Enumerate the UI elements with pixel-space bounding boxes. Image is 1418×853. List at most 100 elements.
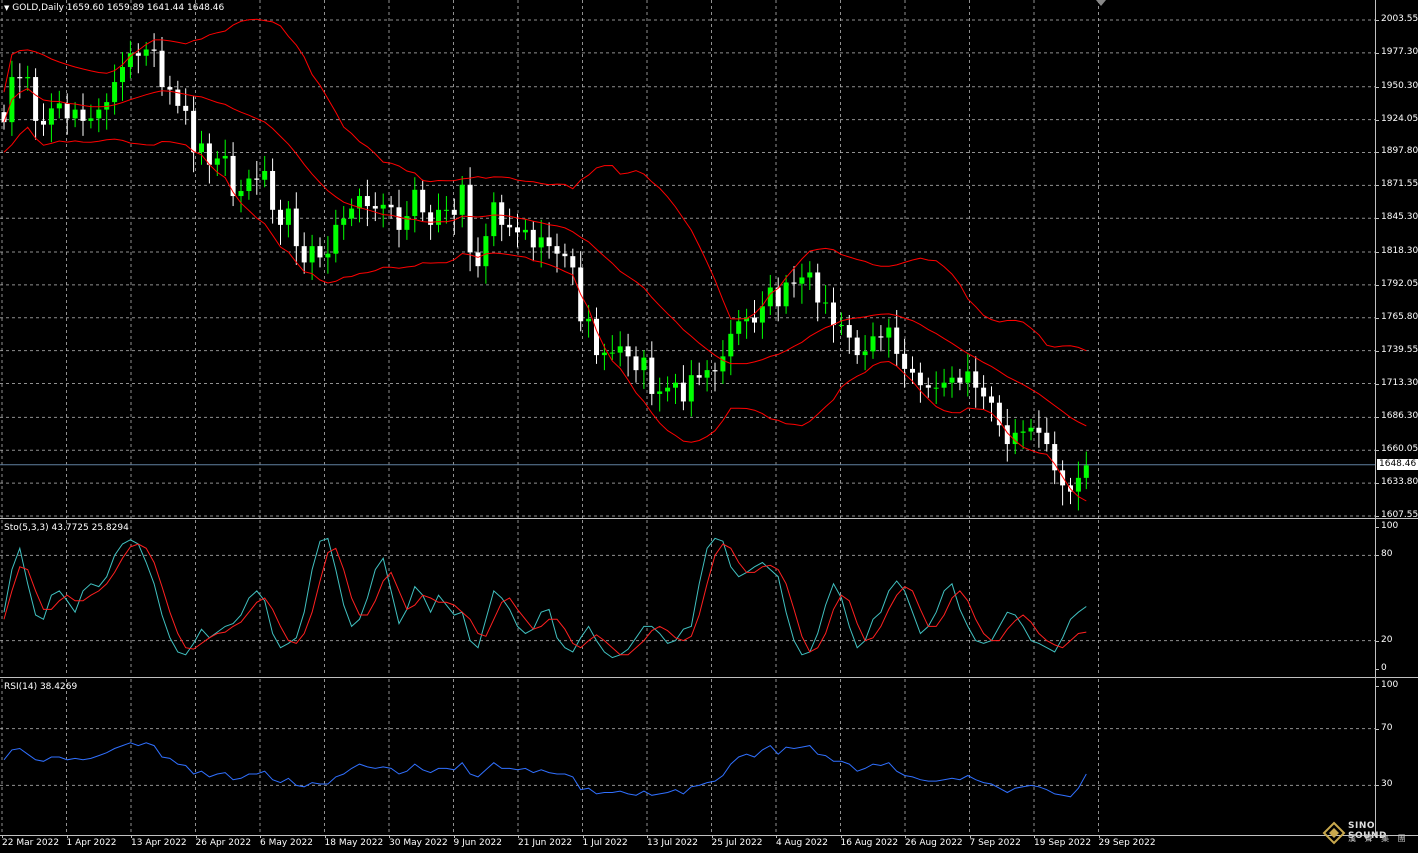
- stoch-axis-label: 20: [1381, 634, 1393, 645]
- candle-body: [80, 109, 86, 121]
- price-axis-tick: [1375, 20, 1379, 21]
- candle-body: [285, 208, 291, 225]
- candle-body: [965, 371, 971, 383]
- candle-body: [617, 346, 623, 353]
- rsi-chart[interactable]: [0, 679, 1375, 835]
- time-axis-separator: [0, 835, 1418, 836]
- dropdown-triangle-icon[interactable]: ▼: [4, 4, 9, 12]
- rsi-pane[interactable]: RSI(14) 38.4269: [0, 679, 1375, 835]
- candle-body: [364, 196, 370, 207]
- stochastic-pane[interactable]: Sto(5,3,3) 43.7725 25.8294: [0, 520, 1375, 676]
- candle-body: [72, 109, 78, 119]
- candle-body: [206, 143, 212, 165]
- candle-body: [554, 246, 560, 254]
- stoch-signal-line: [3, 543, 1087, 656]
- stochastic-chart[interactable]: [0, 520, 1375, 676]
- candle-body: [436, 209, 441, 225]
- candle-body: [1060, 470, 1066, 486]
- price-axis-tick: [1375, 483, 1379, 485]
- rsi-header: RSI(14) 38.4269: [4, 682, 78, 692]
- pane-separator[interactable]: [0, 677, 1418, 678]
- candle-body: [673, 382, 678, 388]
- price-axis-tick: [1375, 383, 1379, 385]
- candle-body: [1083, 465, 1089, 478]
- date-axis-tick: [1034, 835, 1035, 838]
- date-axis-tick: [840, 835, 842, 838]
- candle-body: [665, 387, 671, 392]
- candle-body: [854, 337, 860, 356]
- candle-body: [522, 229, 528, 233]
- price-axis-tick: [1375, 317, 1379, 319]
- candle-body: [949, 377, 955, 383]
- price-axis-tick: [1375, 185, 1379, 187]
- date-axis-label: 1 Apr 2022: [66, 838, 117, 848]
- date-axis-label: 30 May 2022: [389, 838, 448, 848]
- candle-body: [349, 208, 355, 219]
- candle-body: [48, 108, 54, 125]
- candle-body: [838, 325, 844, 327]
- candle-body: [775, 287, 781, 307]
- price-chart[interactable]: [0, 0, 1375, 518]
- candle-body: [1020, 431, 1026, 433]
- stoch-axis-tick: [1375, 527, 1379, 528]
- candle-body: [388, 204, 394, 208]
- candle-body: [428, 212, 434, 225]
- rsi-axis-label: 70: [1381, 722, 1393, 733]
- date-axis-tick: [260, 835, 261, 838]
- date-axis-tick: [582, 835, 584, 838]
- candle-body: [341, 218, 347, 225]
- date-axis-tick: [776, 835, 777, 838]
- date-axis-label: 29 Sep 2022: [1098, 838, 1156, 848]
- price-axis-label: 1897.80: [1381, 146, 1418, 157]
- candle-body: [246, 178, 252, 192]
- candle-body: [570, 256, 576, 268]
- candle-body: [680, 382, 686, 402]
- candle-body: [499, 202, 505, 225]
- chart-shift-marker-icon[interactable]: [1096, 0, 1106, 6]
- date-axis-label: 25 Jul 2022: [711, 838, 763, 848]
- candle-body: [64, 103, 70, 119]
- candle-body: [33, 77, 39, 121]
- candle-body: [278, 209, 283, 225]
- candle-body: [807, 272, 813, 278]
- price-axis-label: 1792.05: [1381, 278, 1418, 289]
- price-axis-label: 1739.55: [1381, 344, 1418, 355]
- candle-body: [270, 170, 276, 210]
- date-axis-tick: [518, 835, 519, 838]
- candle-body: [1044, 432, 1050, 445]
- price-axis-tick: [1375, 350, 1379, 352]
- pane-separator[interactable]: [0, 518, 1418, 519]
- candle-body: [989, 396, 994, 403]
- candle-body: [870, 336, 876, 352]
- candle-body: [649, 357, 655, 394]
- candle-body: [696, 375, 702, 378]
- price-axis-label: 1924.05: [1381, 113, 1418, 124]
- date-axis-tick: [195, 835, 197, 838]
- candle-body: [25, 77, 31, 79]
- candle-body: [601, 352, 607, 356]
- candle-body: [396, 207, 402, 230]
- candle-body: [641, 357, 647, 371]
- sino-sound-logo: SINO SOUND 漢 聲 集 團: [1320, 819, 1416, 849]
- candle-body: [823, 302, 829, 304]
- candle-body: [467, 184, 473, 253]
- bollinger-lower: [3, 126, 1087, 502]
- candle-body: [333, 224, 339, 254]
- candle-body: [902, 353, 908, 369]
- price-axis-tick: [1375, 284, 1379, 286]
- candle-body: [159, 50, 165, 88]
- candle-body: [704, 370, 710, 378]
- candle-body: [151, 49, 157, 51]
- candle-body: [143, 49, 149, 56]
- price-axis-label: 1713.30: [1381, 377, 1418, 388]
- candle-body: [562, 253, 568, 257]
- candle-body: [736, 321, 742, 334]
- candle-body: [657, 391, 663, 394]
- candle-body: [925, 385, 931, 388]
- candle-body: [752, 317, 757, 323]
- price-axis-label: 1845.30: [1381, 212, 1418, 223]
- price-pane[interactable]: ▼ GOLD,Daily 1659.60 1659.89 1641.44 164…: [0, 0, 1375, 518]
- date-axis-label: 9 Jun 2022: [453, 838, 502, 848]
- candle-body: [846, 325, 852, 338]
- date-axis-label: 13 Apr 2022: [131, 838, 187, 848]
